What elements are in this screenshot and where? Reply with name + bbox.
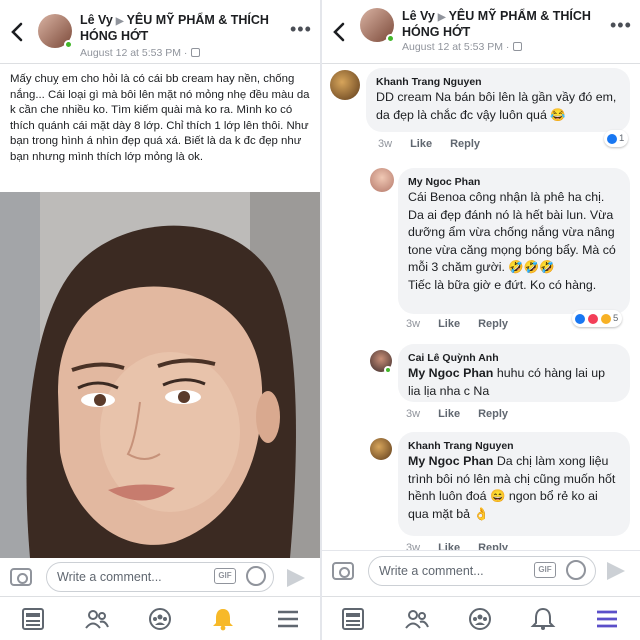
comment-text: My Ngoc Phan Da chị làm xong liệu trình …: [408, 453, 620, 523]
comment-text-continued: Tiếc là bữa giờ e đứt. Ko có hàng.: [408, 277, 597, 292]
news-feed-icon[interactable]: [20, 607, 46, 631]
comment-bubble: My Ngoc Phan Cái Benoa công nhận là phê …: [398, 168, 630, 314]
menu-icon[interactable]: [594, 607, 620, 631]
post-date-text: August 12 at 5:53 PM ·: [402, 41, 510, 53]
groups-icon[interactable]: [467, 607, 493, 631]
comment-input[interactable]: Write a comment...: [368, 556, 596, 586]
news-feed-icon[interactable]: [340, 607, 366, 631]
back-chevron-icon[interactable]: [332, 22, 346, 42]
send-icon[interactable]: [287, 569, 305, 587]
comment-input[interactable]: Write a comment...: [46, 562, 274, 592]
haha-reaction-icon: [600, 312, 612, 325]
reply-button[interactable]: Reply: [450, 138, 480, 150]
comment-time: 3w: [406, 408, 421, 420]
comments-panel: Lê Vy ▶ YÊU MỸ PHẨM & THÍCH HÓNG HỚT Augus…: [322, 0, 640, 640]
camera-icon[interactable]: [332, 562, 354, 580]
group-name-line2[interactable]: HÓNG HỚT: [402, 25, 470, 39]
love-reaction-icon: [587, 312, 599, 325]
friends-icon[interactable]: [84, 607, 110, 631]
like-button[interactable]: Like: [438, 408, 460, 420]
author-name[interactable]: Lê Vy: [402, 9, 435, 23]
mention-link[interactable]: My Ngoc Phan: [408, 366, 493, 380]
comment-bubble: Khanh Trang Nguyen My Ngoc Phan Da chị l…: [398, 432, 630, 536]
menu-icon[interactable]: [275, 607, 301, 631]
tab-bar: [0, 596, 320, 640]
author-name[interactable]: Lê Vy: [80, 13, 113, 27]
like-button[interactable]: Like: [410, 138, 432, 150]
comment-bubble: Cai Lê Quỳnh Anh My Ngoc Phan huhu có hà…: [398, 344, 630, 402]
tab-bar: [322, 596, 640, 640]
comment-actions: 3w Like Reply: [406, 318, 526, 330]
arrow-right-icon: ▶: [437, 12, 446, 23]
commenter-name[interactable]: Cai Lê Quỳnh Anh: [408, 351, 620, 365]
comment-composer: Write a comment... GIF: [322, 550, 640, 590]
comment-time: 3w: [406, 318, 421, 330]
groups-icon[interactable]: [147, 607, 173, 631]
commenter-avatar[interactable]: [370, 168, 394, 192]
portrait-image: [0, 192, 320, 558]
online-indicator: [384, 366, 392, 374]
reply-button[interactable]: Reply: [478, 408, 508, 420]
send-icon[interactable]: [607, 562, 625, 580]
comment-bubble: Khanh Trang Nguyen DD cream Na bán bôi l…: [366, 68, 630, 132]
post-header: Lê Vy ▶ YÊU MỸ PHẨM & THÍCH HÓNG HỚT Augus…: [322, 0, 640, 64]
post-photo[interactable]: [0, 192, 320, 558]
arrow-right-icon: ▶: [115, 16, 124, 27]
commenter-name[interactable]: Khanh Trang Nguyen: [408, 439, 620, 453]
comment-input-placeholder: Write a comment...: [57, 570, 162, 584]
online-indicator: [386, 34, 395, 43]
online-indicator: [64, 40, 73, 49]
camera-icon[interactable]: [10, 568, 32, 586]
notifications-icon[interactable]: [210, 607, 236, 631]
friends-icon[interactable]: [404, 607, 430, 631]
mention-link[interactable]: My Ngoc Phan: [408, 454, 493, 468]
commenter-name[interactable]: My Ngoc Phan: [408, 175, 620, 189]
reply-button[interactable]: Reply: [478, 318, 508, 330]
like-reaction-icon: [606, 132, 618, 145]
gif-icon[interactable]: GIF: [214, 568, 236, 584]
comment-text: DD cream Na bán bôi lên là gần vầy đó em…: [376, 90, 617, 122]
like-reaction-icon: [574, 312, 586, 325]
group-name-line2[interactable]: HÓNG HỚT: [80, 29, 148, 43]
comment-actions: 3w Like Reply: [406, 408, 526, 420]
post-panel: Lê Vy ▶ YÊU MỸ PHẨM & THÍCH HÓNG HỚT Augus…: [0, 0, 320, 640]
comment-time: 3w: [378, 138, 393, 150]
notifications-icon[interactable]: [530, 607, 556, 631]
post-title: Lê Vy ▶ YÊU MỸ PHẨM & THÍCH HÓNG HỚT: [80, 13, 280, 44]
reaction-summary[interactable]: 5: [572, 310, 623, 327]
comment-composer: Write a comment... GIF: [0, 558, 320, 598]
reaction-count: 1: [619, 133, 625, 144]
reaction-count: 5: [613, 313, 619, 324]
audience-icon: [191, 48, 201, 57]
commenter-name[interactable]: Khanh Trang Nguyen: [376, 75, 620, 89]
post-date: August 12 at 5:53 PM ·: [80, 47, 201, 59]
comment-text: Cái Benoa công nhận là phê ha chị. Da ai…: [408, 190, 616, 274]
back-chevron-icon[interactable]: [10, 22, 24, 42]
like-button[interactable]: Like: [438, 318, 460, 330]
audience-icon: [513, 42, 523, 51]
smiley-icon[interactable]: [566, 560, 586, 580]
group-name[interactable]: YÊU MỸ PHẨM & THÍCH: [127, 13, 269, 27]
comment-actions: 3w Like Reply: [378, 138, 498, 150]
commenter-avatar[interactable]: [370, 438, 392, 460]
commenter-avatar[interactable]: [330, 70, 360, 100]
smiley-icon[interactable]: [246, 566, 266, 586]
gif-icon[interactable]: GIF: [534, 562, 556, 578]
group-name[interactable]: YÊU MỸ PHẨM & THÍCH: [449, 9, 591, 23]
post-date: August 12 at 5:53 PM ·: [402, 41, 523, 53]
post-title: Lê Vy ▶ YÊU MỸ PHẨM & THÍCH HÓNG HỚT: [402, 9, 602, 40]
post-text: Mấy chuỵ em cho hỏi là có cái bb cream h…: [10, 73, 310, 163]
comment-input-placeholder: Write a comment...: [379, 564, 484, 578]
more-dots-icon[interactable]: •••: [610, 16, 632, 34]
comment-text: My Ngoc Phan huhu có hàng lai up lia lịa…: [408, 365, 620, 400]
more-dots-icon[interactable]: •••: [290, 20, 312, 38]
post-header: Lê Vy ▶ YÊU MỸ PHẨM & THÍCH HÓNG HỚT Augus…: [0, 0, 320, 64]
post-date-text: August 12 at 5:53 PM ·: [80, 47, 188, 59]
reaction-summary[interactable]: 1: [604, 130, 629, 147]
